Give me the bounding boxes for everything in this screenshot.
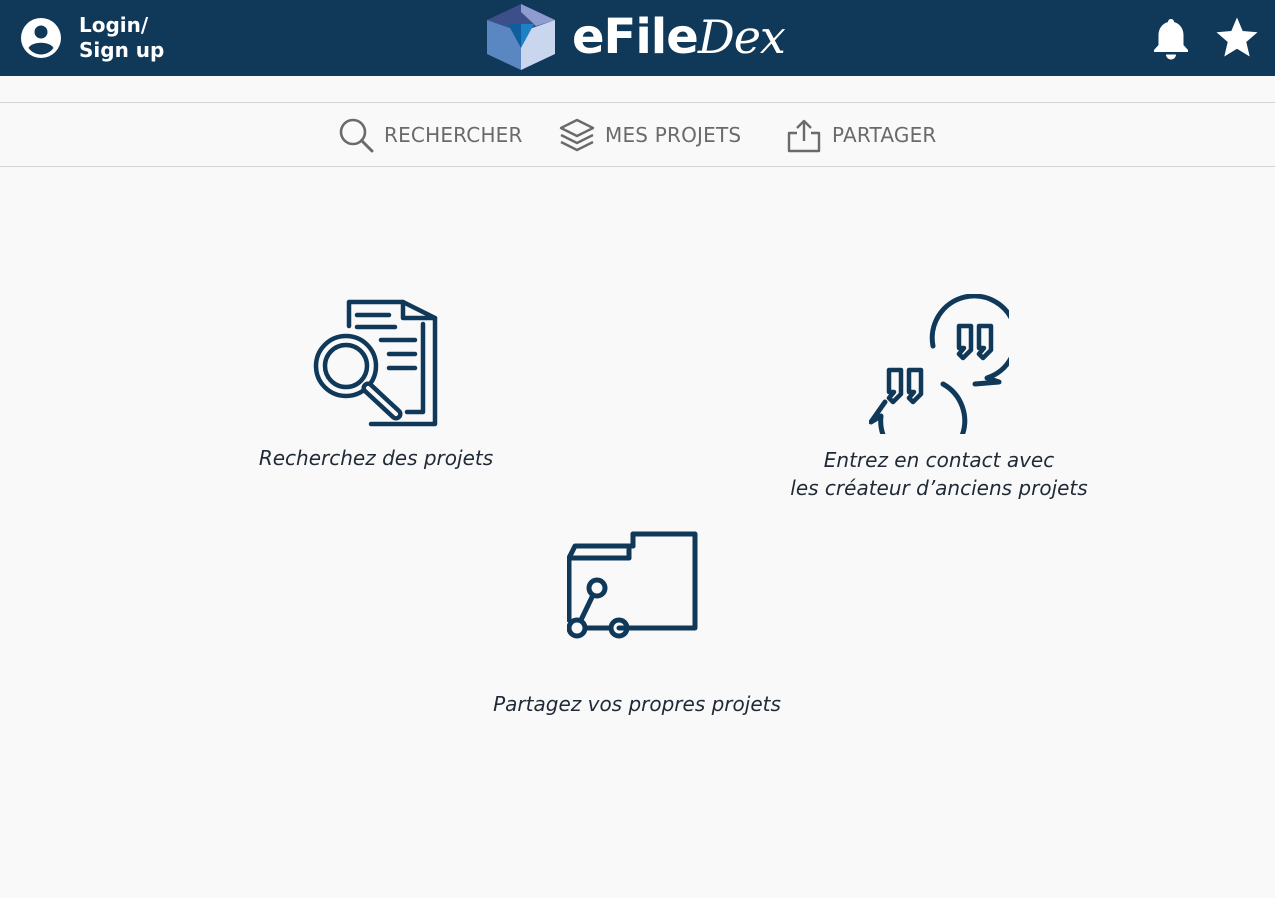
document-search-icon: [313, 299, 438, 427]
logo-text-main: eFile: [572, 9, 699, 65]
feature-contact-caption-line2: les créateur d’anciens projets: [790, 476, 1088, 500]
feature-share-projects[interactable]: Partagez vos propres projets: [476, 528, 798, 718]
account-circle-icon: [21, 18, 61, 58]
nav-mes-projets[interactable]: MES PROJETS: [559, 103, 741, 166]
quote-bubbles-icon: [869, 294, 1009, 434]
login-label-line1: Login/: [79, 13, 149, 37]
nav-partager-label: PARTAGER: [832, 122, 937, 147]
login-signup-button[interactable]: Login/ Sign up: [20, 13, 164, 63]
cube-logo-icon: [487, 4, 555, 70]
efiledex-logo[interactable]: eFileDex: [484, 2, 786, 72]
nav-rechercher[interactable]: RECHERCHER: [338, 103, 523, 166]
feature-search-caption: Recherchez des projets: [258, 446, 494, 470]
upload-icon: [787, 119, 821, 152]
nav-partager[interactable]: PARTAGER: [786, 103, 937, 166]
logo-text-script: Dex: [697, 10, 786, 64]
nav-mes-projets-label: MES PROJETS: [605, 122, 742, 147]
feature-contact-creators[interactable]: Entrez en contact avec les créateur d’an…: [778, 294, 1100, 502]
login-label: Login/ Sign up: [79, 13, 164, 63]
search-icon: [339, 118, 374, 152]
layers-icon: [559, 118, 595, 151]
bell-icon[interactable]: [1152, 16, 1190, 60]
nav-rechercher-label: RECHERCHER: [384, 122, 523, 147]
feature-search-projects[interactable]: Recherchez des projets: [226, 296, 526, 472]
star-icon[interactable]: [1215, 16, 1259, 60]
login-label-line2: Sign up: [79, 38, 165, 62]
feature-share-caption: Partagez vos propres projets: [493, 692, 781, 716]
logo-wordmark: eFileDex: [572, 2, 786, 72]
feature-contact-caption-line1: Entrez en contact avec: [823, 448, 1055, 472]
top-header-bar: Login/ Sign up eFileDex: [0, 0, 1275, 76]
shared-folder-icon: [567, 531, 698, 639]
main-nav-bar: RECHERCHER MES PROJETS PARTAGER: [0, 102, 1275, 167]
feature-contact-caption: Entrez en contact avec les créateur d’an…: [790, 446, 1087, 502]
